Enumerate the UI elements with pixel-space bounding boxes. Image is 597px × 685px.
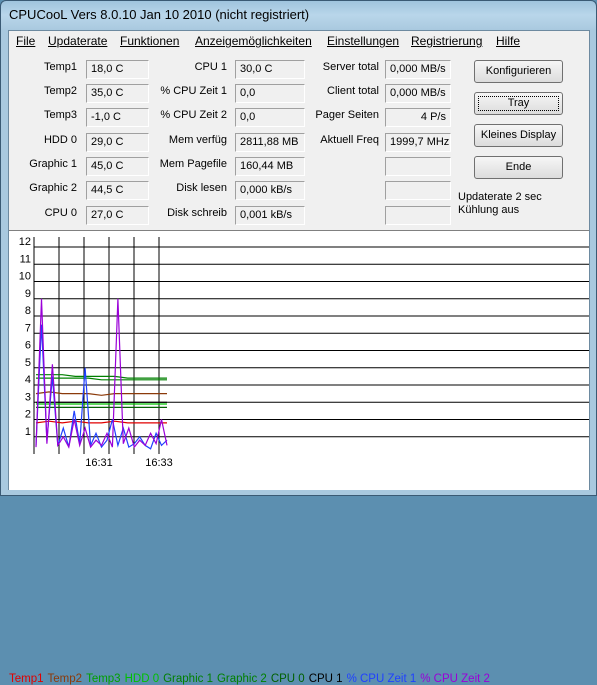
- y-tick-label: 11: [20, 253, 31, 265]
- label-temp3: Temp3: [43, 109, 77, 121]
- menu-file[interactable]: File: [16, 34, 35, 48]
- y-tick-label: 8: [25, 305, 31, 317]
- end-button[interactable]: Ende: [474, 156, 563, 179]
- y-tick-label: 3: [25, 391, 31, 403]
- label-aktuell-freq: Aktuell Freq: [320, 134, 379, 146]
- label-temp1: Temp1: [43, 61, 77, 73]
- chart-legend: Temp1 Temp2 Temp3 HDD 0 Graphic 1 Graphic 2 CP…: [9, 673, 494, 685]
- value-cpu0: 27,0 C: [86, 206, 149, 225]
- label-hdd0: HDD 0: [43, 134, 77, 146]
- label-cpu-zeit-1: % CPU Zeit 1: [160, 85, 227, 97]
- value-client-total: 0,000 MB/s: [385, 84, 451, 103]
- value-graphic2: 44,5 C: [86, 181, 149, 200]
- y-tick-label: 2: [25, 409, 31, 421]
- label-cpu0: CPU 0: [44, 207, 77, 219]
- value-empty-3: [385, 206, 451, 225]
- tray-button[interactable]: Tray: [474, 92, 563, 115]
- value-disk-lesen: 0,000 kB/s: [235, 181, 305, 200]
- label-temp2: Temp2: [43, 85, 77, 97]
- status-update-rate: Updaterate 2 sec: [458, 191, 542, 203]
- value-temp3: -1,0 C: [86, 108, 149, 127]
- label-client-total: Client total: [327, 85, 379, 97]
- label-cpu1: CPU 1: [194, 61, 227, 73]
- legend-item: Graphic 2: [216, 673, 267, 685]
- title-bar[interactable]: CPUCooL Vers 8.0.10 Jan 10 2010 (nicht r…: [1, 1, 596, 30]
- value-mem-pagefile: 160,44 MB: [235, 157, 305, 176]
- menu-bar: File Updaterate Funktionen Anzeigemöglic…: [9, 31, 589, 52]
- configure-button[interactable]: Konfigurieren: [474, 60, 563, 83]
- label-cpu-zeit-2: % CPU Zeit 2: [160, 109, 227, 121]
- history-chart: 12345678910111216:31 16:33: [19, 236, 589, 469]
- value-temp1: 18,0 C: [86, 60, 149, 79]
- y-tick-label: 12: [19, 236, 31, 248]
- legend-item: Temp2: [47, 673, 83, 685]
- status-cooling: Kühlung aus: [458, 204, 520, 216]
- value-cpu-zeit-2: 0,0: [235, 108, 305, 127]
- legend-item: % CPU Zeit 1: [346, 673, 417, 685]
- legend-item: CPU 1: [308, 673, 343, 685]
- legend-item: % CPU Zeit 2: [420, 673, 490, 685]
- legend-item: Temp3: [86, 673, 121, 685]
- legend-item: Graphic 1: [163, 673, 213, 685]
- label-graphic1: Graphic 1: [29, 158, 77, 170]
- app-window: CPUCooL Vers 8.0.10 Jan 10 2010 (nicht r…: [0, 0, 597, 685]
- menu-registrierung[interactable]: Registrierung: [411, 34, 482, 48]
- x-tick-label: 16:33: [145, 457, 173, 469]
- small-display-button[interactable]: Kleines Display: [474, 124, 563, 147]
- y-tick-label: 10: [19, 271, 31, 283]
- value-temp2: 35,0 C: [86, 84, 149, 103]
- label-mem-verfueg: Mem verfüg: [168, 134, 227, 146]
- series-line: [35, 391, 167, 396]
- y-tick-label: 5: [25, 357, 31, 369]
- value-graphic1: 45,0 C: [86, 157, 149, 176]
- value-disk-schreib: 0,001 kB/s: [235, 206, 305, 225]
- legend-item: Temp1: [9, 673, 44, 685]
- legend-item: CPU 0: [270, 673, 305, 685]
- label-pager-seiten: Pager Seiten: [315, 109, 379, 121]
- value-empty-1: [385, 157, 451, 176]
- menu-hilfe[interactable]: Hilfe: [496, 34, 520, 48]
- value-aktuell-freq: 1999,7 MHz: [385, 133, 451, 152]
- value-mem-verfueg: 2811,88 MB: [235, 133, 305, 152]
- history-graph: 1 2 3 4 5 6 7 8 9 10 11 12 16:31 16:33 Temp1 Temp2 Temp…: [9, 230, 589, 685]
- y-tick-label: 6: [25, 340, 31, 352]
- value-cpu1: 30,0 C: [235, 60, 305, 79]
- client-area: File Updaterate Funktionen Anzeigemöglic…: [8, 30, 590, 685]
- value-pager-seiten: 4 P/s: [385, 108, 451, 127]
- legend-item: HDD 0: [124, 673, 160, 685]
- y-tick-label: 1: [25, 426, 31, 438]
- x-tick-label: 16:31: [85, 457, 113, 469]
- menu-funktionen[interactable]: Funktionen: [120, 34, 179, 48]
- value-cpu-zeit-1: 0,0: [235, 84, 305, 103]
- label-disk-schreib: Disk schreib: [167, 207, 227, 219]
- sensor-panel: Temp1 18,0 C Temp2 35,0 C Temp3 -1,0 C H…: [9, 51, 589, 229]
- label-disk-lesen: Disk lesen: [176, 182, 227, 194]
- window-title: CPUCooL Vers 8.0.10 Jan 10 2010 (nicht r…: [9, 7, 310, 22]
- y-tick-label: 7: [25, 322, 31, 334]
- label-graphic2: Graphic 2: [29, 182, 77, 194]
- y-tick-label: 9: [25, 288, 31, 300]
- y-tick-label: 4: [25, 374, 31, 386]
- series-line: [35, 324, 168, 450]
- menu-anzeige[interactable]: Anzeigemöglichkeiten: [195, 34, 312, 48]
- value-hdd0: 29,0 C: [86, 133, 149, 152]
- value-server-total: 0,000 MB/s: [385, 60, 451, 79]
- value-empty-2: [385, 181, 451, 200]
- menu-updaterate[interactable]: Updaterate: [48, 34, 107, 48]
- menu-einstellungen[interactable]: Einstellungen: [327, 34, 399, 48]
- label-server-total: Server total: [322, 61, 379, 73]
- label-mem-pagefile: Mem Pagefile: [159, 158, 227, 170]
